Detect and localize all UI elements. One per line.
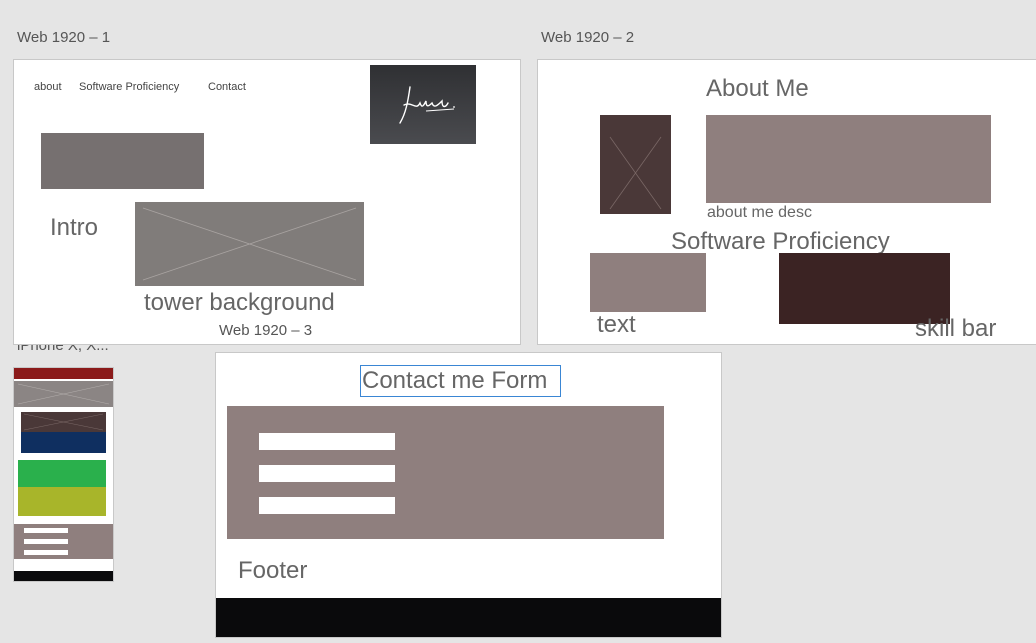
- artboard-web1[interactable]: about Software Proficiency Contact Intro…: [13, 59, 521, 345]
- software-text-block: [590, 253, 706, 312]
- artboard-web2[interactable]: About Me about me desc Software Proficie…: [537, 59, 1036, 345]
- contact-me-form-heading[interactable]: Contact me Form: [359, 365, 562, 397]
- contact-form-field[interactable]: [259, 497, 395, 514]
- artboard-web3[interactable]: Contact me Form Footer: [215, 352, 722, 638]
- skill-bar-block: [779, 253, 950, 324]
- intro-image-block: [41, 133, 204, 189]
- skill-bar-label: skill bar: [915, 315, 997, 342]
- artboard-title-web2[interactable]: Web 1920 – 2: [541, 29, 634, 46]
- artboard-iphone[interactable]: [13, 367, 114, 582]
- footer-label: Footer: [238, 557, 308, 584]
- contact-form-field[interactable]: [259, 465, 395, 482]
- mobile-form-field: [24, 528, 68, 533]
- mobile-nav-bar: [14, 368, 113, 379]
- about-desc-block: [706, 115, 991, 203]
- about-photo-placeholder: [600, 115, 671, 214]
- footer-block: [216, 598, 721, 637]
- artboard-title-web1[interactable]: Web 1920 – 1: [17, 29, 110, 46]
- x-placeholder-icon: [23, 413, 104, 431]
- text-label: text: [597, 311, 636, 338]
- artboard-title-web3[interactable]: Web 1920 – 3: [219, 322, 312, 339]
- logo-block[interactable]: [370, 65, 476, 144]
- about-me-desc-label: about me desc: [707, 204, 812, 221]
- x-placeholder-icon: [17, 383, 110, 405]
- x-placeholder-icon: [142, 207, 357, 281]
- mobile-hero-placeholder: [14, 381, 113, 407]
- mobile-form-field: [24, 550, 68, 555]
- signature-logo-icon: [399, 86, 455, 124]
- mobile-footer: [14, 571, 113, 581]
- mobile-about-desc-block: [21, 432, 106, 453]
- tower-background-label: tower background: [144, 289, 335, 316]
- software-proficiency-heading: Software Proficiency: [671, 228, 890, 255]
- nav-contact-link[interactable]: Contact: [208, 81, 246, 93]
- x-placeholder-icon: [609, 136, 662, 210]
- mobile-skill-block: [18, 487, 106, 516]
- tower-background-placeholder: [135, 202, 364, 286]
- mobile-contact-form: [14, 524, 113, 559]
- intro-label: Intro: [50, 214, 99, 241]
- about-me-heading: About Me: [706, 75, 809, 102]
- nav-software-link[interactable]: Software Proficiency: [79, 81, 179, 93]
- contact-form-block: [227, 406, 664, 539]
- nav-about-link[interactable]: about: [34, 81, 62, 93]
- mobile-form-field: [24, 539, 68, 544]
- contact-form-field[interactable]: [259, 433, 395, 450]
- mobile-software-block: [18, 460, 106, 487]
- mobile-about-placeholder: [21, 412, 106, 432]
